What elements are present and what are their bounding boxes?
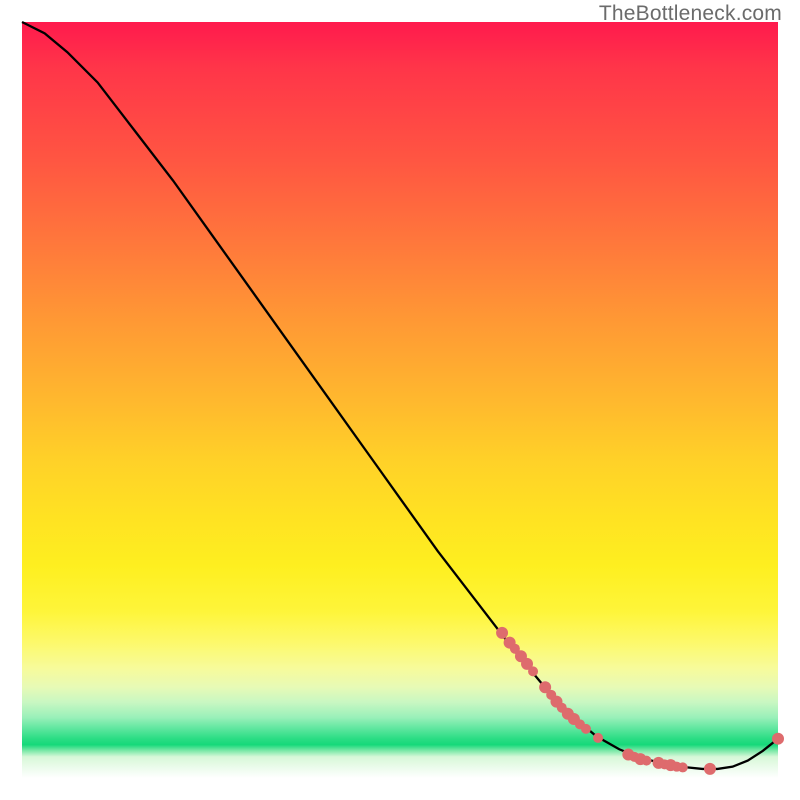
data-marker bbox=[641, 756, 651, 766]
data-marker bbox=[593, 733, 603, 743]
bottleneck-chart: TheBottleneck.com bbox=[0, 0, 800, 800]
data-marker bbox=[528, 666, 538, 676]
marker-group bbox=[496, 627, 784, 775]
data-marker bbox=[496, 627, 508, 639]
plot-svg bbox=[22, 22, 778, 778]
data-marker bbox=[678, 762, 688, 772]
data-marker bbox=[704, 763, 716, 775]
data-marker bbox=[581, 724, 591, 734]
data-marker bbox=[772, 733, 784, 745]
bottleneck-curve-path bbox=[22, 22, 778, 769]
watermark-text: TheBottleneck.com bbox=[599, 2, 782, 26]
